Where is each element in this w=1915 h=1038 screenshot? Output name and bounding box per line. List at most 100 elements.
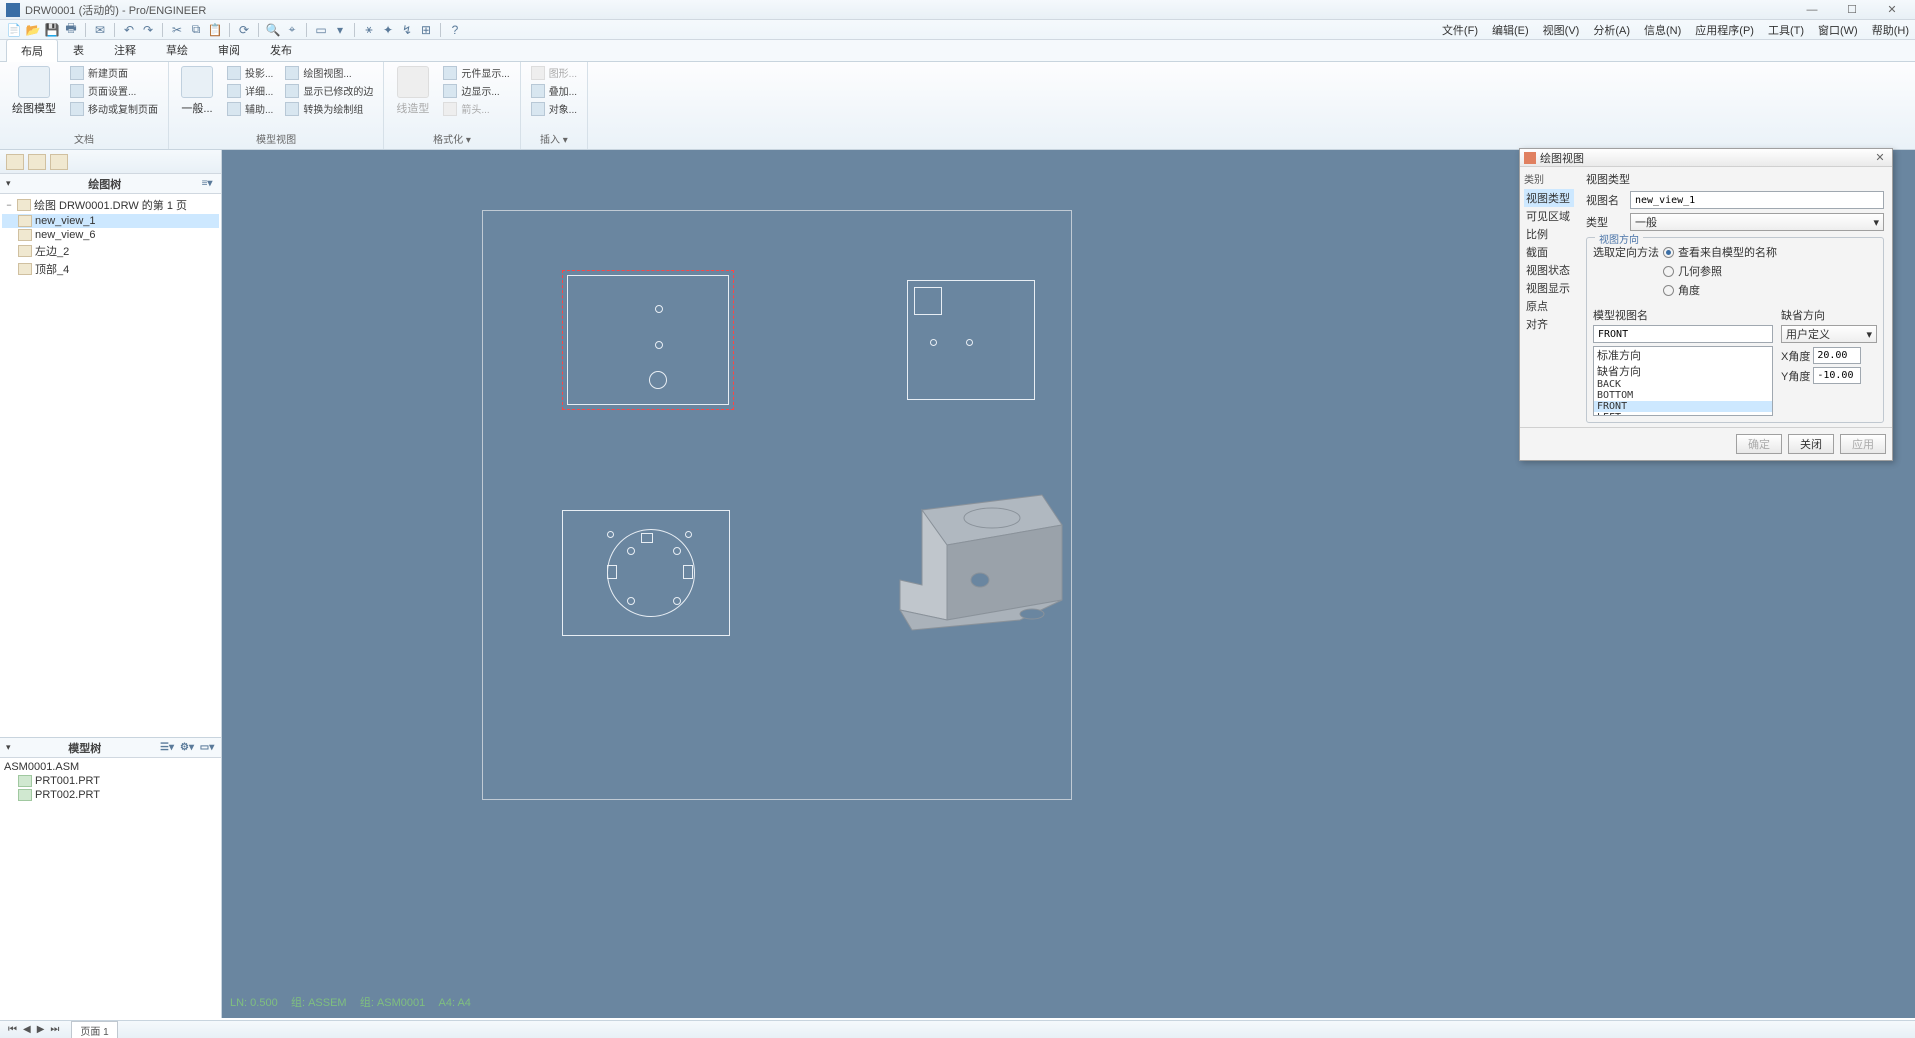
close-button[interactable]: ✕: [1881, 3, 1903, 17]
panel-tab-2[interactable]: [28, 154, 46, 170]
cut-icon[interactable]: ✂: [169, 22, 185, 38]
component-display-button[interactable]: 元件显示...: [439, 64, 513, 81]
prev-page-icon[interactable]: ◀: [23, 1024, 31, 1035]
minimize-button[interactable]: —: [1801, 3, 1823, 17]
cat-origin[interactable]: 原点: [1524, 297, 1574, 315]
mail-icon[interactable]: ✉: [92, 22, 108, 38]
menu-info[interactable]: 信息(N): [1644, 22, 1681, 38]
last-page-icon[interactable]: ⏭: [50, 1024, 59, 1035]
type-select[interactable]: 一般▾: [1630, 213, 1884, 231]
tab-layout[interactable]: 布局: [6, 39, 58, 62]
view-new-view-6[interactable]: [907, 280, 1035, 400]
select-dd-icon[interactable]: ▾: [332, 22, 348, 38]
menu-analysis[interactable]: 分析(A): [1593, 22, 1630, 38]
cat-align[interactable]: 对齐: [1524, 315, 1574, 333]
list-item[interactable]: 缺省方向: [1594, 363, 1772, 379]
tab-sketch[interactable]: 草绘: [151, 38, 203, 61]
convert-group-button[interactable]: 转换为绘制组: [281, 100, 377, 117]
cat-view-display[interactable]: 视图显示: [1524, 279, 1574, 297]
model-item[interactable]: PRT001.PRT: [2, 774, 219, 788]
new-icon[interactable]: 📄: [6, 22, 22, 38]
menu-file[interactable]: 文件(F): [1442, 22, 1478, 38]
cat-visible-area[interactable]: 可见区域: [1524, 207, 1574, 225]
display-icon[interactable]: ▭▾: [199, 741, 215, 755]
model-root[interactable]: ASM0001.ASM: [2, 760, 219, 774]
tree-item[interactable]: new_view_1: [2, 214, 219, 228]
settings-icon[interactable]: ⚙▾: [179, 741, 195, 755]
list-item[interactable]: FRONT: [1594, 401, 1772, 412]
model-item[interactable]: PRT002.PRT: [2, 788, 219, 802]
tab-annotate[interactable]: 注释: [99, 38, 151, 61]
drawing-tree-header[interactable]: 绘图树 ≡▾: [0, 174, 221, 194]
list-item[interactable]: LEFT: [1594, 412, 1772, 416]
tab-review[interactable]: 审阅: [203, 38, 255, 61]
list-item[interactable]: BACK: [1594, 379, 1772, 390]
radio-from-model[interactable]: 查看来自模型的名称: [1663, 244, 1777, 260]
detail-button[interactable]: 详细...: [223, 82, 277, 99]
cat-scale[interactable]: 比例: [1524, 225, 1574, 243]
radio-angle[interactable]: 角度: [1663, 282, 1777, 298]
drawing-tree[interactable]: −绘图 DRW0001.DRW 的第 1 页 new_view_1 new_vi…: [0, 194, 221, 737]
open-icon[interactable]: 📂: [25, 22, 41, 38]
tab-publish[interactable]: 发布: [255, 38, 307, 61]
tab-table[interactable]: 表: [58, 38, 99, 61]
menu-edit[interactable]: 编辑(E): [1492, 22, 1529, 38]
projection-button[interactable]: 投影...: [223, 64, 277, 81]
page-tab[interactable]: 页面 1: [71, 1021, 117, 1038]
point-icon[interactable]: ✦: [380, 22, 396, 38]
y-angle-input[interactable]: [1813, 367, 1861, 384]
next-page-icon[interactable]: ▶: [37, 1024, 45, 1035]
drawing-view-button[interactable]: 绘图视图...: [281, 64, 377, 81]
default-orient-select[interactable]: 用户定义▾: [1781, 325, 1877, 343]
view-left-2[interactable]: [562, 510, 730, 636]
list-item[interactable]: 标准方向: [1594, 347, 1772, 363]
saved-views-list[interactable]: 标准方向 缺省方向 BACK BOTTOM FRONT LEFT: [1593, 346, 1773, 416]
new-page-button[interactable]: 新建页面: [66, 64, 162, 81]
object-button[interactable]: 对象...: [527, 100, 581, 117]
page-nav[interactable]: ⏮ ◀ ▶ ⏭: [8, 1024, 59, 1035]
regen-icon[interactable]: ⟳: [236, 22, 252, 38]
filter-icon[interactable]: ☰▾: [159, 741, 175, 755]
model-tree-header[interactable]: 模型树 ☰▾ ⚙▾ ▭▾: [0, 738, 221, 758]
panel-tab-3[interactable]: [50, 154, 68, 170]
paste-icon[interactable]: 📋: [207, 22, 223, 38]
save-icon[interactable]: 💾: [44, 22, 60, 38]
edge-display-button[interactable]: 边显示...: [439, 82, 513, 99]
page-setup-button[interactable]: 页面设置...: [66, 82, 162, 99]
general-view-button[interactable]: 一般...: [175, 64, 219, 118]
dialog-titlebar[interactable]: 绘图视图 ✕: [1520, 149, 1892, 167]
menu-window[interactable]: 窗口(W): [1818, 22, 1858, 38]
panel-tab-1[interactable]: [6, 154, 24, 170]
search-icon[interactable]: 🔍: [265, 22, 281, 38]
tree-item[interactable]: 左边_2: [2, 242, 219, 260]
datum-icon[interactable]: ⊞: [418, 22, 434, 38]
cat-view-type[interactable]: 视图类型: [1524, 189, 1574, 207]
select-icon[interactable]: ▭: [313, 22, 329, 38]
overlay-button[interactable]: 叠加...: [527, 82, 581, 99]
list-item[interactable]: BOTTOM: [1594, 390, 1772, 401]
tree-item[interactable]: 顶部_4: [2, 260, 219, 278]
menu-view[interactable]: 视图(V): [1543, 22, 1580, 38]
show-modified-edges-button[interactable]: 显示已修改的边: [281, 82, 377, 99]
tree-root[interactable]: −绘图 DRW0001.DRW 的第 1 页: [2, 196, 219, 214]
menu-apps[interactable]: 应用程序(P): [1695, 22, 1754, 38]
menu-help[interactable]: 帮助(H): [1872, 22, 1909, 38]
csys-icon[interactable]: ↯: [399, 22, 415, 38]
close-dialog-button[interactable]: 关闭: [1788, 434, 1834, 454]
maximize-button[interactable]: ☐: [1841, 3, 1863, 17]
view-top-4[interactable]: [892, 470, 1082, 640]
help-icon[interactable]: ?: [447, 22, 463, 38]
first-page-icon[interactable]: ⏮: [8, 1024, 17, 1035]
tree-item[interactable]: new_view_6: [2, 228, 219, 242]
drawing-model-button[interactable]: 绘图模型: [6, 64, 62, 118]
undo-icon[interactable]: ↶: [121, 22, 137, 38]
line-style-button[interactable]: 线造型: [390, 64, 435, 118]
cat-view-state[interactable]: 视图状态: [1524, 261, 1574, 279]
dialog-close-button[interactable]: ✕: [1872, 151, 1888, 165]
view-new-view-1[interactable]: [562, 270, 734, 410]
tree-expand-icon[interactable]: ≡▾: [199, 177, 215, 191]
radio-geom-ref[interactable]: 几何参照: [1663, 263, 1777, 279]
view-name-input[interactable]: [1630, 191, 1884, 209]
locate-icon[interactable]: ⌖: [284, 22, 300, 38]
menu-tools[interactable]: 工具(T): [1768, 22, 1804, 38]
